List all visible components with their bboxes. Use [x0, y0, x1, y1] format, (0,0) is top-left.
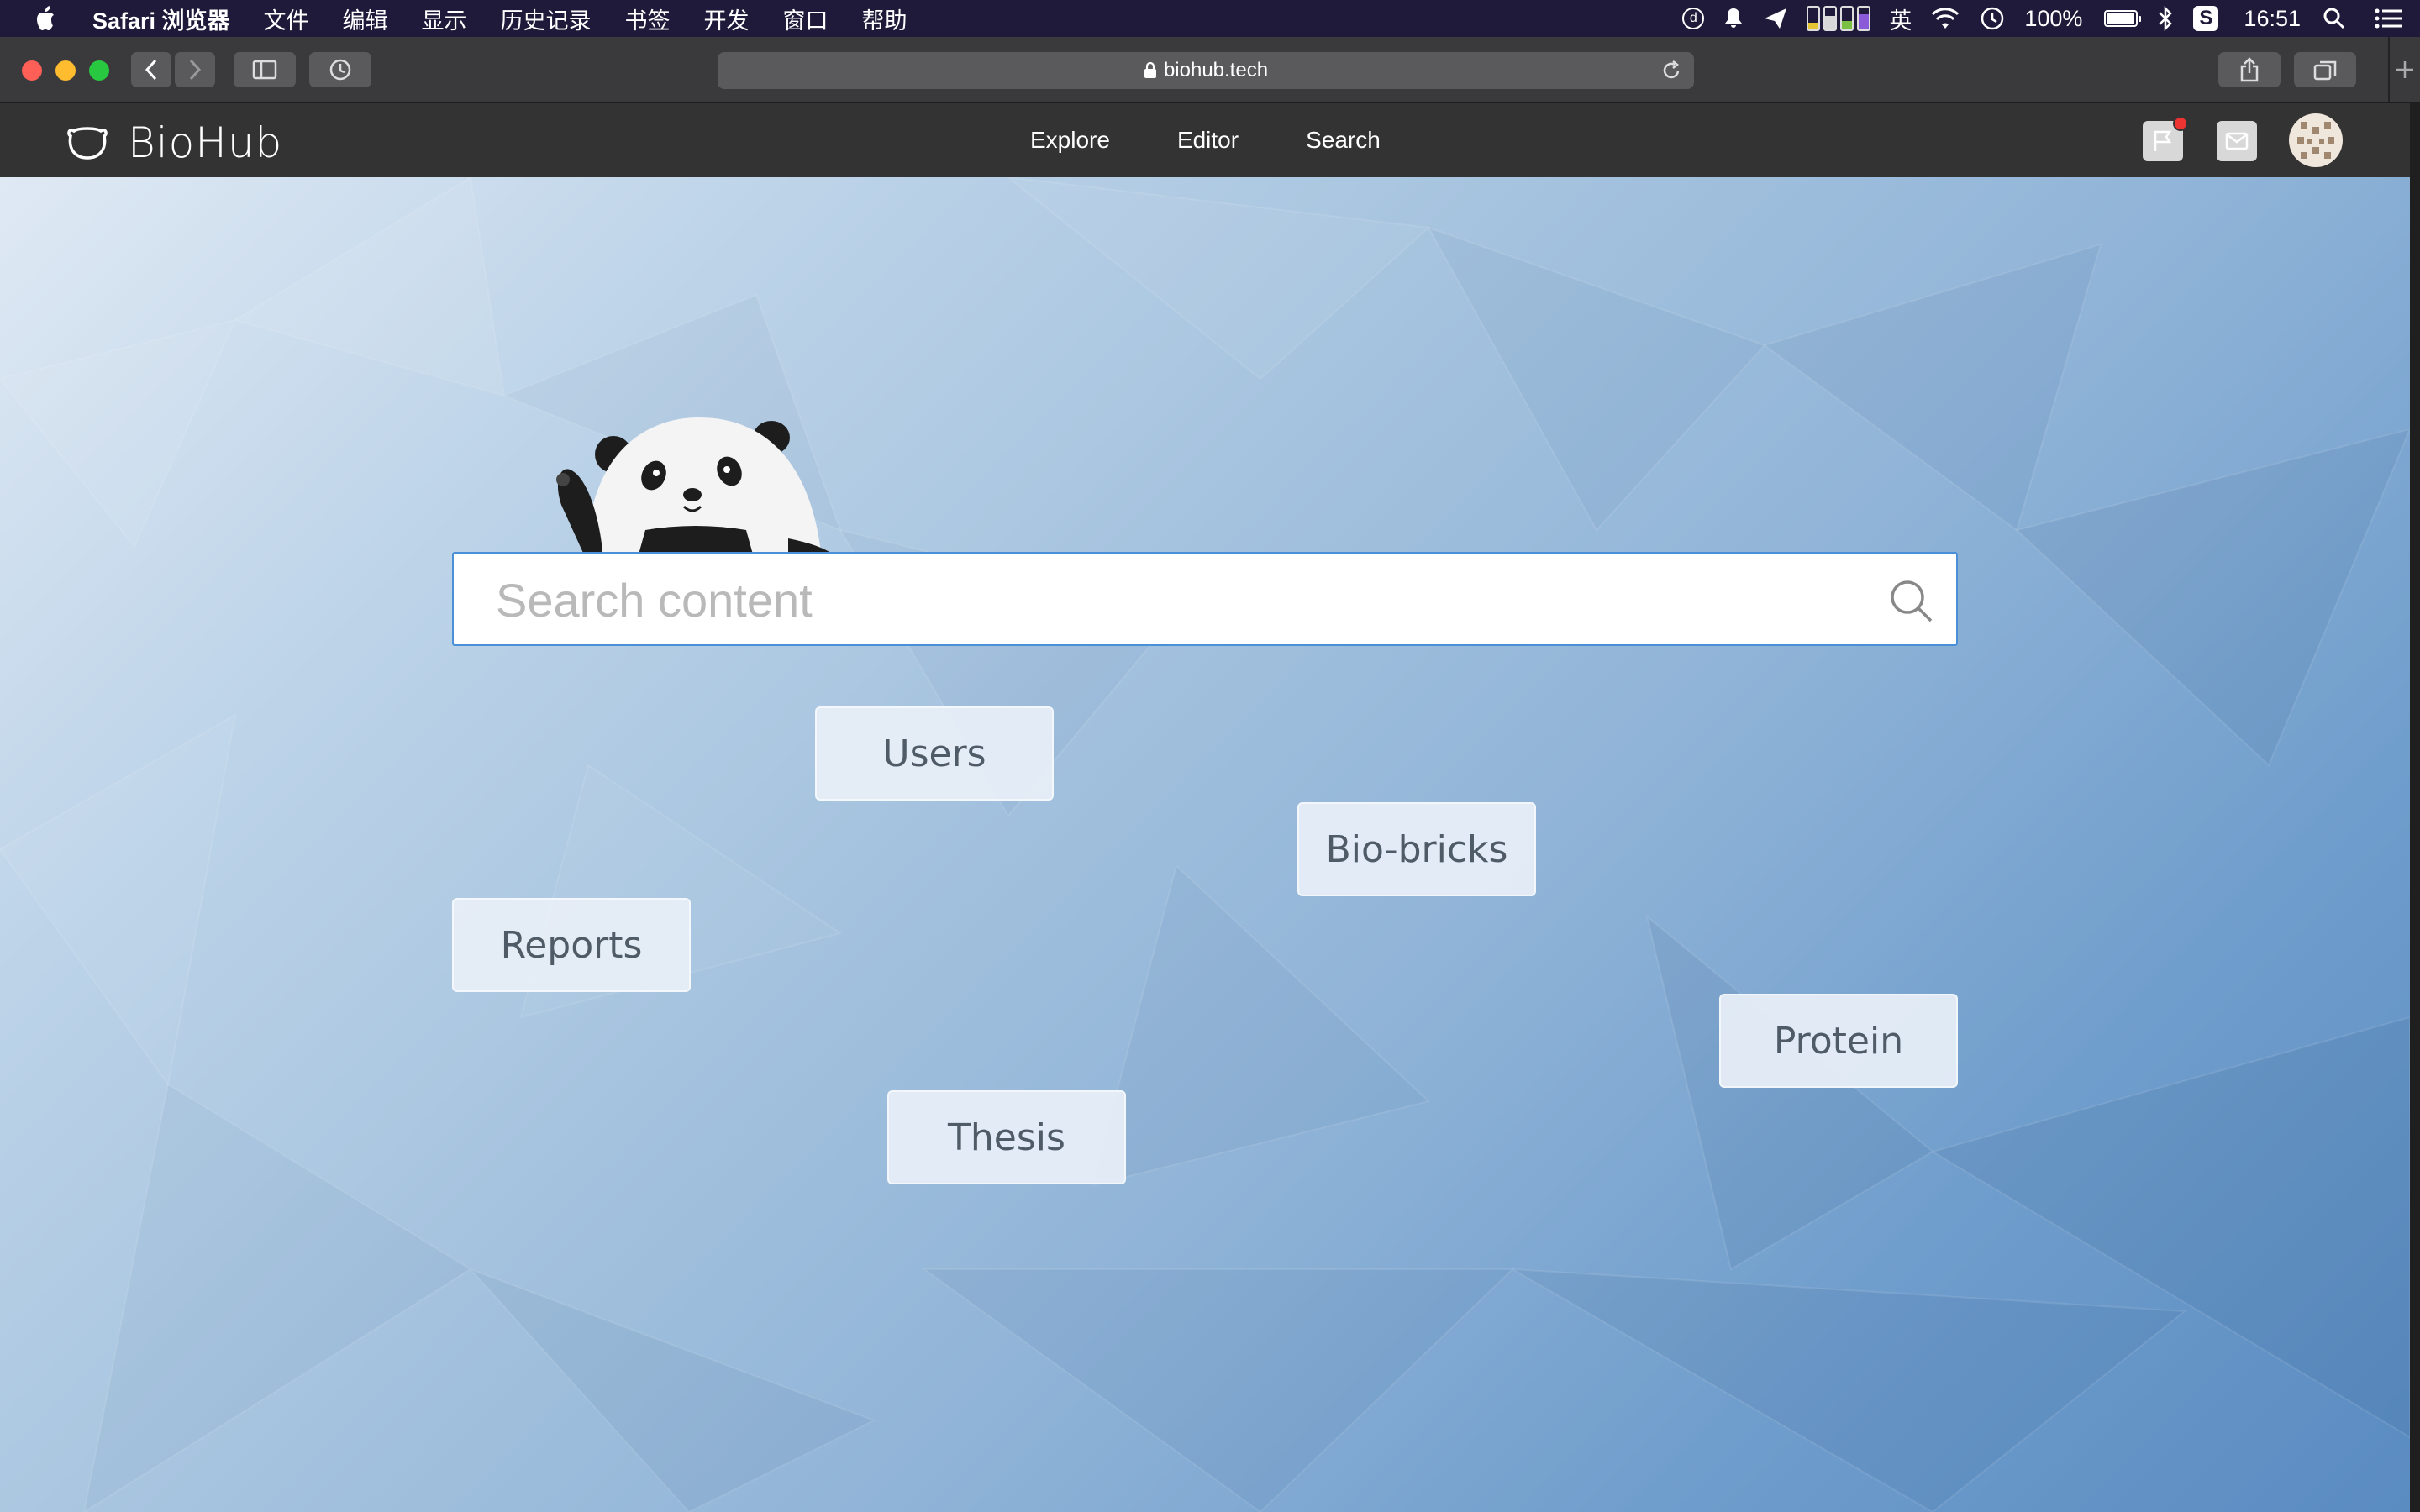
notification-dot: [2173, 116, 2188, 131]
spotlight-search-icon[interactable]: [2323, 7, 2346, 30]
forward-button[interactable]: [175, 52, 215, 87]
tag-reports[interactable]: Reports: [452, 898, 691, 992]
chevron-right-icon: [189, 59, 202, 81]
search-input[interactable]: [494, 554, 1842, 646]
apple-menu-icon[interactable]: [34, 5, 59, 32]
nav-editor[interactable]: Editor: [1177, 127, 1239, 154]
lock-icon: [1144, 62, 1156, 78]
notification-center-icon[interactable]: [2375, 8, 2403, 29]
address-url: biohub.tech: [1163, 59, 1269, 81]
search-box[interactable]: [452, 552, 1958, 646]
bell-status-icon[interactable]: [1723, 7, 1744, 30]
clock-icon: [329, 59, 351, 81]
share-button[interactable]: [2218, 52, 2281, 87]
menu-file[interactable]: 文件: [264, 3, 309, 35]
close-window-button[interactable]: [22, 60, 42, 81]
dict-status-icon[interactable]: d: [1682, 8, 1705, 29]
notifications-button[interactable]: [2143, 116, 2188, 161]
hero-section: Users Bio-bricks Reports Protein Thesis: [0, 177, 2410, 1512]
bear-logo-icon: [67, 127, 108, 160]
logo-text: BioHub: [128, 118, 283, 167]
menu-app-name[interactable]: Safari 浏览器: [92, 3, 230, 35]
menu-help[interactable]: 帮助: [862, 3, 908, 35]
tag-thesis[interactable]: Thesis: [887, 1090, 1126, 1184]
menu-edit[interactable]: 编辑: [343, 3, 388, 35]
menu-bookmarks[interactable]: 书签: [625, 3, 671, 35]
history-button[interactable]: [309, 52, 371, 87]
panda-mascot-image: [556, 417, 839, 560]
battery-icon[interactable]: [2104, 10, 2142, 27]
macos-menu-bar: Safari 浏览器 文件 编辑 显示 历史记录 书签 开发 窗口 帮助 d 英…: [0, 0, 2420, 37]
avatar-pattern-icon: [2297, 122, 2334, 159]
site-logo[interactable]: BioHub: [66, 118, 282, 167]
nav-search[interactable]: Search: [1306, 127, 1381, 154]
minimize-window-button[interactable]: [55, 60, 76, 81]
battery-percent: 100%: [2024, 5, 2083, 31]
tag-bio-bricks[interactable]: Bio-bricks: [1297, 802, 1536, 896]
main-nav: Explore Editor Search: [1030, 103, 1448, 177]
nav-explore[interactable]: Explore: [1030, 127, 1110, 154]
send-status-icon[interactable]: [1763, 7, 1788, 30]
plus-icon: [2396, 61, 2413, 78]
chevron-left-icon: [145, 59, 157, 81]
wifi-icon[interactable]: [1930, 7, 1960, 30]
sidebar-toggle-button[interactable]: [234, 52, 296, 87]
zoom-window-button[interactable]: [89, 60, 109, 81]
bluetooth-icon[interactable]: [2156, 6, 2175, 31]
menu-clock[interactable]: 16:51: [2244, 6, 2301, 32]
mail-icon: [2225, 132, 2249, 150]
tag-protein[interactable]: Protein: [1719, 994, 1958, 1088]
time-machine-icon[interactable]: [1979, 5, 2006, 32]
site-header: BioHub Explore Editor Search: [0, 103, 2410, 177]
browser-toolbar: biohub.tech: [0, 37, 2420, 104]
menu-history[interactable]: 历史记录: [501, 3, 592, 35]
tabs-icon: [2313, 60, 2337, 81]
flag-icon: [2154, 130, 2172, 151]
address-bar[interactable]: biohub.tech: [718, 52, 1694, 89]
menu-window[interactable]: 窗口: [783, 3, 829, 35]
reload-icon[interactable]: [1660, 60, 1682, 81]
low-poly-background: [0, 177, 2410, 1512]
menu-view[interactable]: 显示: [422, 3, 467, 35]
system-monitor-icon[interactable]: [1807, 6, 1871, 31]
user-avatar[interactable]: [2289, 113, 2343, 167]
share-icon: [2240, 57, 2259, 82]
search-icon[interactable]: [1887, 577, 1934, 624]
tag-users[interactable]: Users: [815, 706, 1054, 801]
back-button[interactable]: [131, 52, 171, 87]
menu-develop[interactable]: 开发: [704, 3, 750, 35]
tabs-overview-button[interactable]: [2294, 52, 2356, 87]
sidebar-icon: [252, 60, 277, 80]
window-edge: [2410, 103, 2420, 1512]
sogou-icon[interactable]: S: [2193, 6, 2219, 31]
input-method-indicator[interactable]: 英: [1889, 3, 1912, 35]
messages-button[interactable]: [2217, 121, 2257, 161]
new-tab-button[interactable]: [2388, 37, 2420, 102]
